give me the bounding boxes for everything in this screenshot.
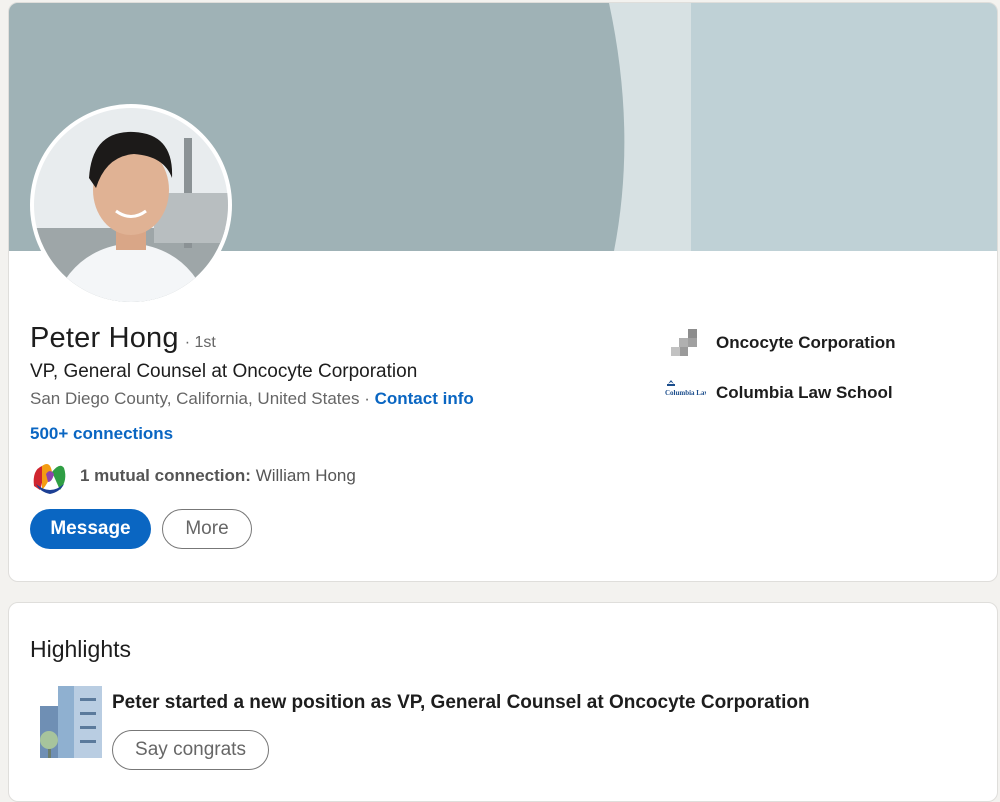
mutual-connection-count: 1 mutual connection:: [80, 466, 251, 485]
highlights-title: Highlights: [30, 636, 131, 662]
connection-degree: · 1st: [184, 334, 216, 351]
profile-name: Peter Hong: [30, 322, 179, 354]
profile-location: San Diego County, California, United Sta…: [30, 389, 360, 408]
school-logo-text: Columbia Law School: [665, 389, 706, 397]
location-row: San Diego County, California, United Sta…: [30, 389, 474, 409]
profile-actions: Message More: [30, 509, 252, 549]
mutual-connection-avatar: [30, 456, 70, 496]
contact-info-link[interactable]: Contact info: [375, 389, 474, 408]
school-logo-icon: Columbia Law School: [664, 372, 706, 414]
say-congrats-button[interactable]: Say congrats: [112, 730, 269, 770]
more-button[interactable]: More: [162, 509, 252, 549]
location-separator: ·: [359, 389, 375, 408]
mutual-connection-name: William Hong: [255, 466, 356, 485]
name-row: Peter Hong · 1st: [30, 322, 216, 355]
profile-headline: VP, General Counsel at Oncocyte Corporat…: [30, 361, 418, 382]
mutual-connections[interactable]: 1 mutual connection: William Hong: [30, 456, 356, 496]
company-logo-icon: [664, 322, 706, 364]
message-button[interactable]: Message: [30, 509, 151, 549]
current-company[interactable]: Oncocyte Corporation: [664, 322, 895, 364]
profile-photo[interactable]: [30, 104, 232, 306]
current-company-name: Oncocyte Corporation: [716, 333, 896, 352]
education-name: Columbia Law School: [716, 383, 893, 402]
education[interactable]: Columbia Law School Columbia Law School: [664, 372, 893, 414]
highlight-item-text: Peter started a new position as VP, Gene…: [112, 692, 810, 713]
connections-link[interactable]: 500+ connections: [30, 424, 173, 444]
building-icon: [34, 684, 106, 765]
